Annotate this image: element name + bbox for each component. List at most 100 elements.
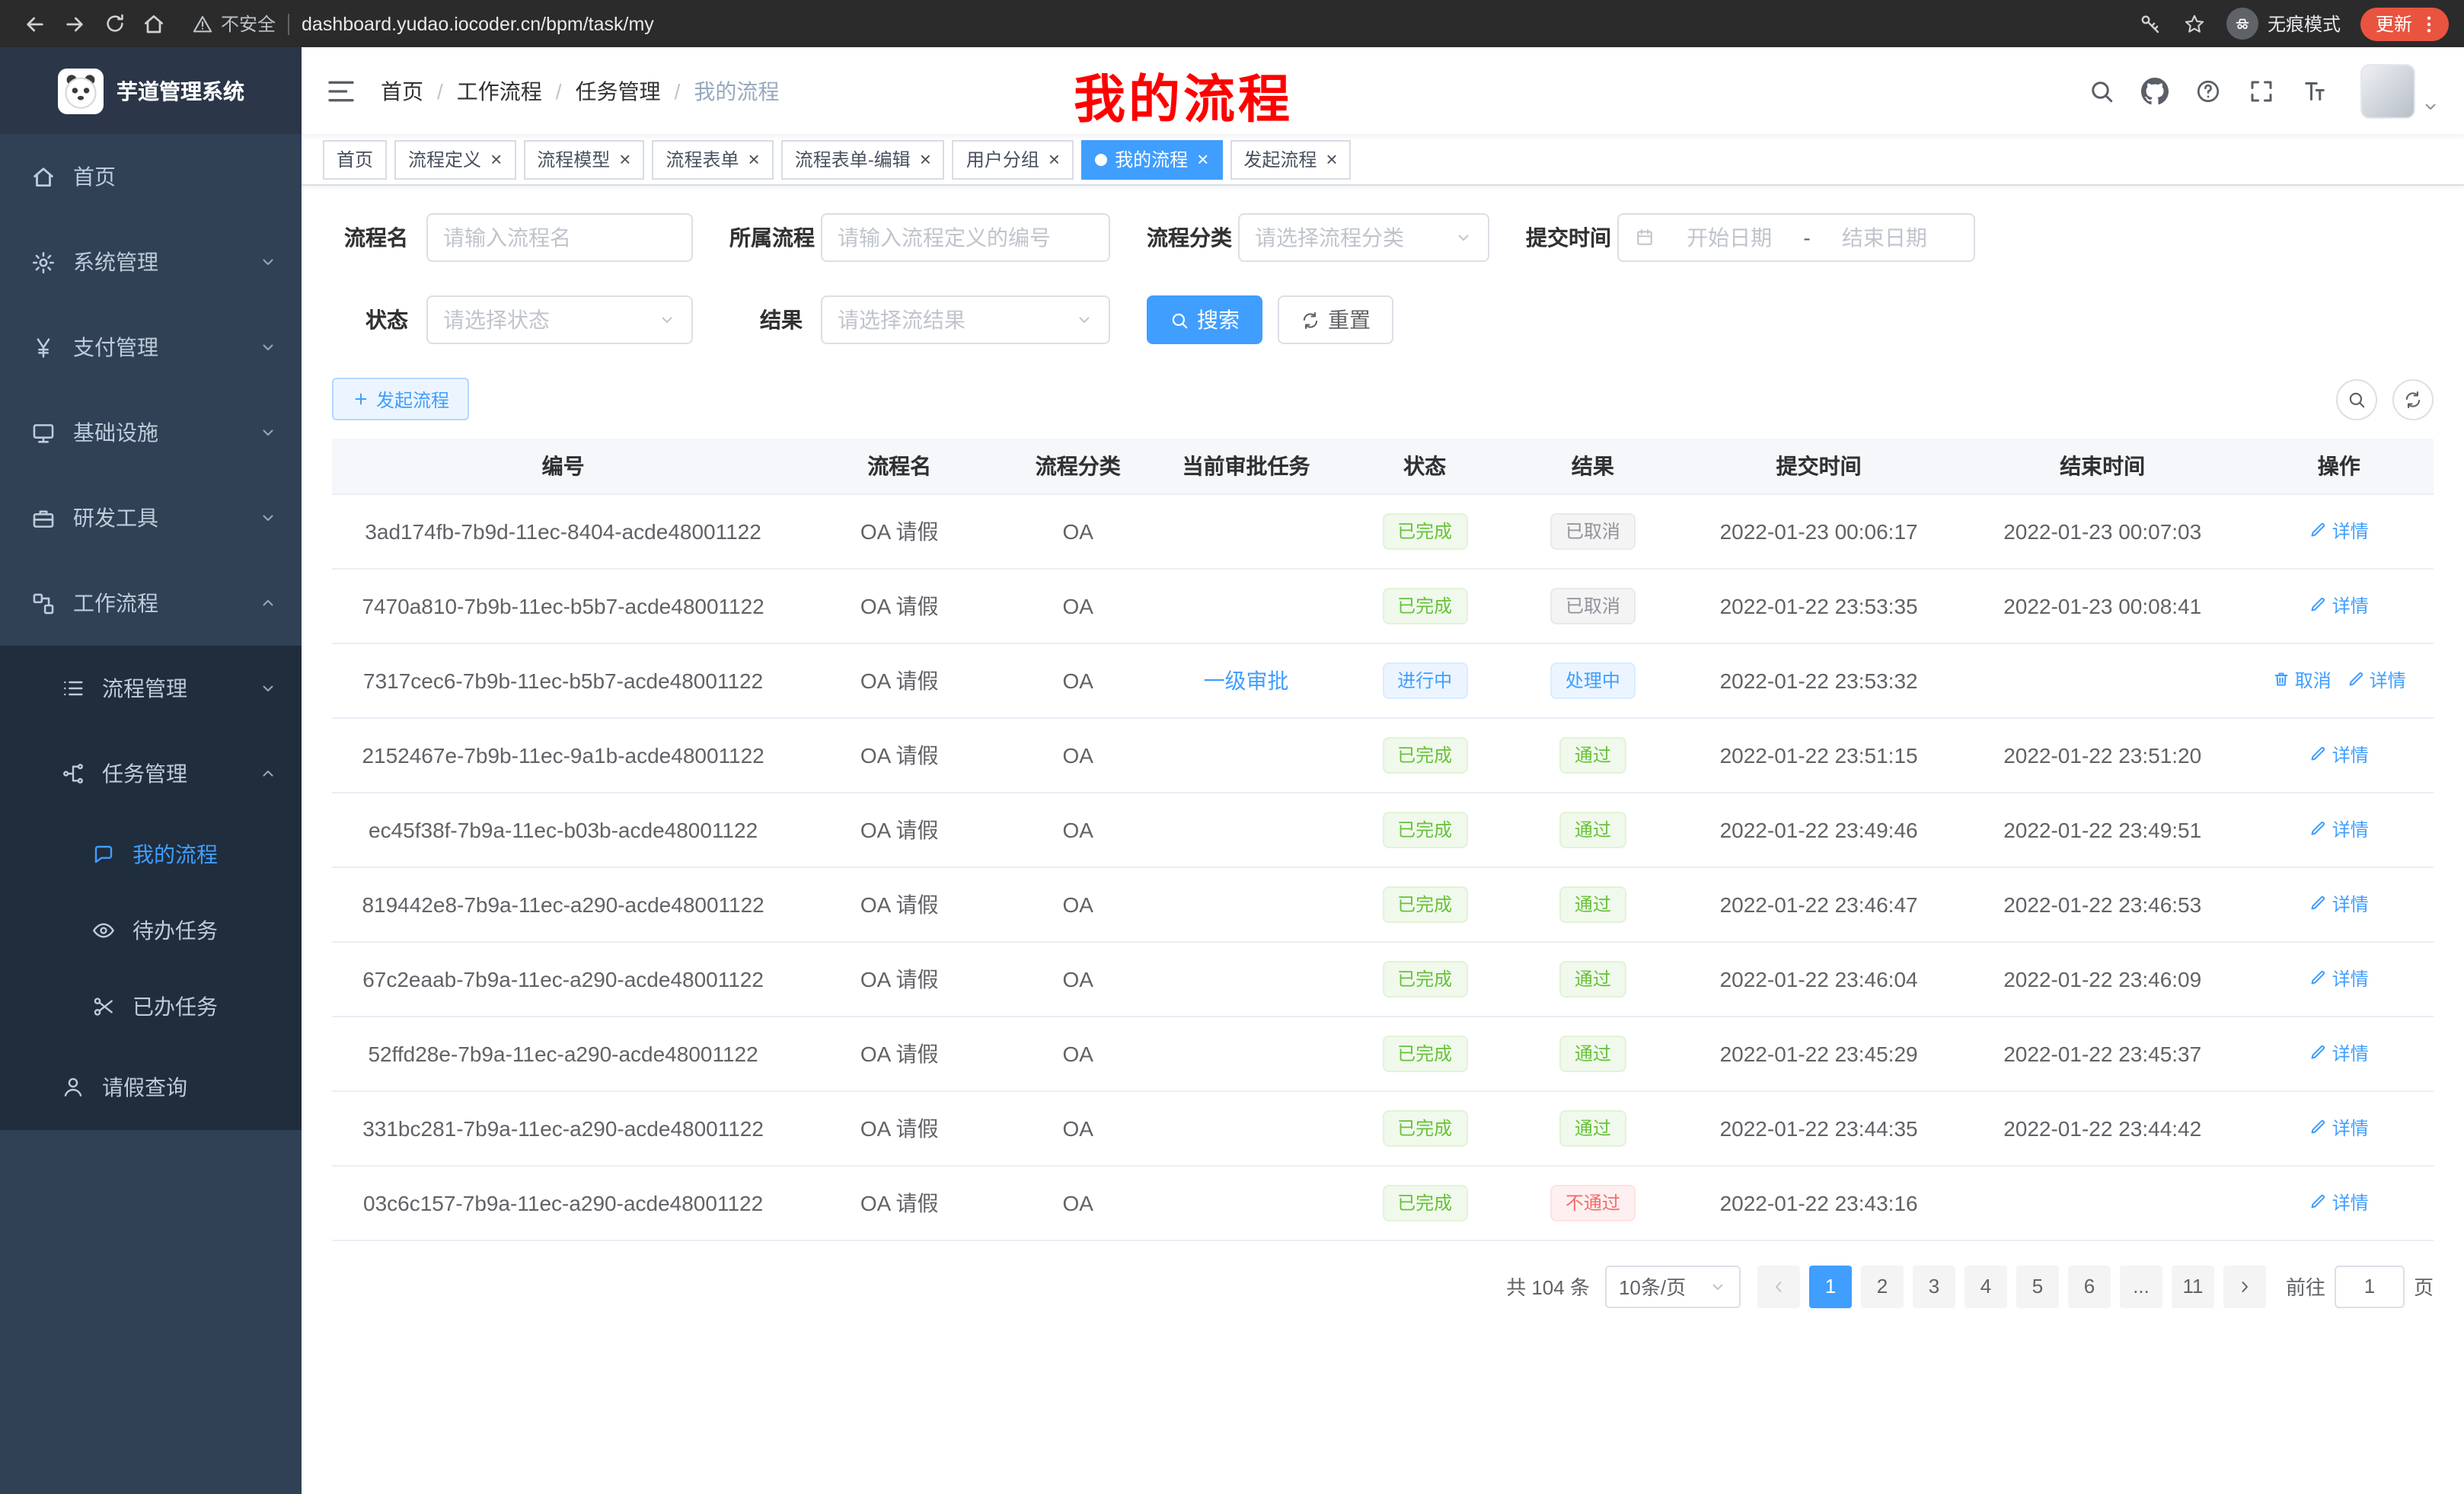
sidebar-item-infrastructure[interactable]: 基础设施: [0, 390, 302, 475]
star-icon[interactable]: [2182, 11, 2207, 36]
help-icon[interactable]: [2194, 77, 2222, 104]
avatar[interactable]: [2360, 63, 2415, 118]
sidebar-item-leave-query[interactable]: 请假查询: [0, 1045, 302, 1130]
sidebar-item-process-mgmt[interactable]: 流程管理: [0, 646, 302, 731]
page-ellipsis[interactable]: ...: [2120, 1265, 2162, 1307]
security-warning[interactable]: 不安全: [192, 11, 276, 37]
tab-item-0[interactable]: 首页: [323, 139, 387, 179]
result-select[interactable]: 请选择流结果: [821, 295, 1110, 344]
tab-item-4[interactable]: 流程表单-编辑×: [781, 139, 945, 179]
browser-reload-button[interactable]: [94, 4, 134, 43]
status-badge: 已完成: [1382, 811, 1467, 848]
sidebar-item-todo-tasks[interactable]: 待办任务: [0, 892, 302, 969]
status-select[interactable]: 请选择状态: [426, 295, 693, 344]
update-button[interactable]: 更新: [2360, 7, 2449, 40]
tab-item-1[interactable]: 流程定义×: [394, 139, 515, 179]
sidebar-item-payment-mgmt[interactable]: 支付管理: [0, 305, 302, 390]
detail-action[interactable]: 详情: [2309, 518, 2369, 544]
sidebar-item-system-mgmt[interactable]: 系统管理: [0, 219, 302, 305]
detail-action[interactable]: 详情: [2309, 1040, 2369, 1066]
action-label: 详情: [2332, 592, 2369, 618]
sidebar-item-home[interactable]: 首页: [0, 134, 302, 219]
status-badge: 已完成: [1382, 960, 1467, 997]
process-name-input[interactable]: [443, 225, 676, 250]
sidebar-item-my-process[interactable]: 我的流程: [0, 816, 302, 892]
tab-item-5[interactable]: 用户分组×: [953, 139, 1074, 179]
sidebar-item-done-tasks[interactable]: 已办任务: [0, 969, 302, 1045]
search-icon[interactable]: [2088, 77, 2115, 104]
cancel-action[interactable]: 取消: [2272, 667, 2332, 693]
tab-item-6[interactable]: 我的流程×: [1081, 139, 1222, 179]
sidebar-item-task-mgmt[interactable]: 任务管理: [0, 731, 302, 816]
cell-submit-time: 2022-01-23 00:06:17: [1677, 493, 1961, 568]
yen-icon: [30, 334, 56, 360]
breadcrumb-separator: /: [556, 78, 562, 103]
tab-item-3[interactable]: 流程表单×: [652, 139, 773, 179]
page-button-4[interactable]: 4: [1964, 1265, 2007, 1307]
submit-time-range-picker[interactable]: 开始日期 - 结束日期: [1617, 213, 1975, 262]
cell-status: 已完成: [1341, 568, 1509, 643]
table-row: 331bc281-7b9a-11ec-a290-acde48001122OA 请…: [332, 1090, 2434, 1165]
detail-action[interactable]: 详情: [2309, 592, 2369, 618]
result-placeholder: 请选择流结果: [838, 305, 965, 335]
tab-close-icon[interactable]: ×: [1197, 149, 1208, 169]
status-badge: 已完成: [1382, 736, 1467, 773]
tab-close-icon[interactable]: ×: [1326, 149, 1337, 169]
detail-action[interactable]: 详情: [2309, 742, 2369, 768]
refresh-table-button[interactable]: [2392, 378, 2434, 420]
page-button-3[interactable]: 3: [1913, 1265, 1955, 1307]
breadcrumb-workflow[interactable]: 工作流程: [457, 75, 542, 106]
page-button-1[interactable]: 1: [1809, 1265, 1852, 1307]
tab-close-icon[interactable]: ×: [490, 149, 502, 169]
user-menu[interactable]: [2360, 63, 2440, 118]
browser-back-button[interactable]: [15, 4, 55, 43]
tab-label: 流程模型: [537, 146, 610, 172]
page-button-5[interactable]: 5: [2016, 1265, 2059, 1307]
sidebar-item-dev-tools[interactable]: 研发工具: [0, 475, 302, 560]
detail-action[interactable]: 详情: [2309, 891, 2369, 917]
tab-close-icon[interactable]: ×: [748, 149, 760, 169]
process-def-input[interactable]: [838, 225, 1093, 250]
detail-action[interactable]: 详情: [2309, 1115, 2369, 1141]
page-button-11[interactable]: 11: [2172, 1265, 2214, 1307]
tab-close-icon[interactable]: ×: [619, 149, 630, 169]
key-icon[interactable]: [2138, 11, 2162, 36]
address-bar[interactable]: 不安全 dashboard.yudao.iocoder.cn/bpm/task/…: [192, 11, 2138, 37]
page-button-2[interactable]: 2: [1861, 1265, 1904, 1307]
breadcrumb-task-mgmt[interactable]: 任务管理: [576, 75, 661, 106]
search-button[interactable]: 搜索: [1147, 295, 1262, 344]
prev-page-button[interactable]: [1757, 1265, 1800, 1307]
more-vertical-icon[interactable]: [2418, 13, 2440, 34]
page-size-select[interactable]: 10条/页: [1605, 1265, 1741, 1307]
tab-close-icon[interactable]: ×: [1048, 149, 1060, 169]
browser-home-button[interactable]: [134, 4, 174, 43]
tab-item-7[interactable]: 发起流程×: [1230, 139, 1351, 179]
action-label: 详情: [2332, 518, 2369, 544]
page-button-6[interactable]: 6: [2068, 1265, 2111, 1307]
fullscreen-icon[interactable]: [2248, 77, 2275, 104]
detail-action[interactable]: 详情: [2309, 966, 2369, 991]
create-process-button[interactable]: 发起流程: [332, 378, 469, 420]
cell-actions: 详情: [2245, 493, 2434, 568]
tab-close-icon[interactable]: ×: [920, 149, 931, 169]
toggle-search-button[interactable]: [2336, 378, 2377, 420]
browser-forward-button[interactable]: [55, 4, 94, 43]
detail-action[interactable]: 详情: [2309, 816, 2369, 842]
detail-action[interactable]: 详情: [2347, 667, 2406, 693]
next-page-button[interactable]: [2223, 1265, 2266, 1307]
cell-process-name: OA 请假: [794, 941, 1004, 1016]
goto-label: 前往: [2286, 1272, 2325, 1301]
status-badge: 已完成: [1382, 886, 1467, 922]
current-task-link[interactable]: 一级审批: [1204, 668, 1289, 692]
font-size-icon[interactable]: [2301, 77, 2328, 104]
breadcrumb-home[interactable]: 首页: [381, 75, 423, 106]
detail-action[interactable]: 详情: [2309, 1189, 2369, 1215]
goto-page-input[interactable]: [2335, 1265, 2405, 1307]
hamburger-icon[interactable]: [326, 75, 356, 106]
github-icon[interactable]: [2141, 77, 2169, 104]
tab-item-2[interactable]: 流程模型 ×: [523, 139, 644, 179]
submit-time-label: 提交时间: [1526, 222, 1617, 253]
category-select[interactable]: 请选择流程分类: [1238, 213, 1489, 262]
reset-button[interactable]: 重置: [1278, 295, 1393, 344]
sidebar-item-workflow[interactable]: 工作流程: [0, 560, 302, 646]
